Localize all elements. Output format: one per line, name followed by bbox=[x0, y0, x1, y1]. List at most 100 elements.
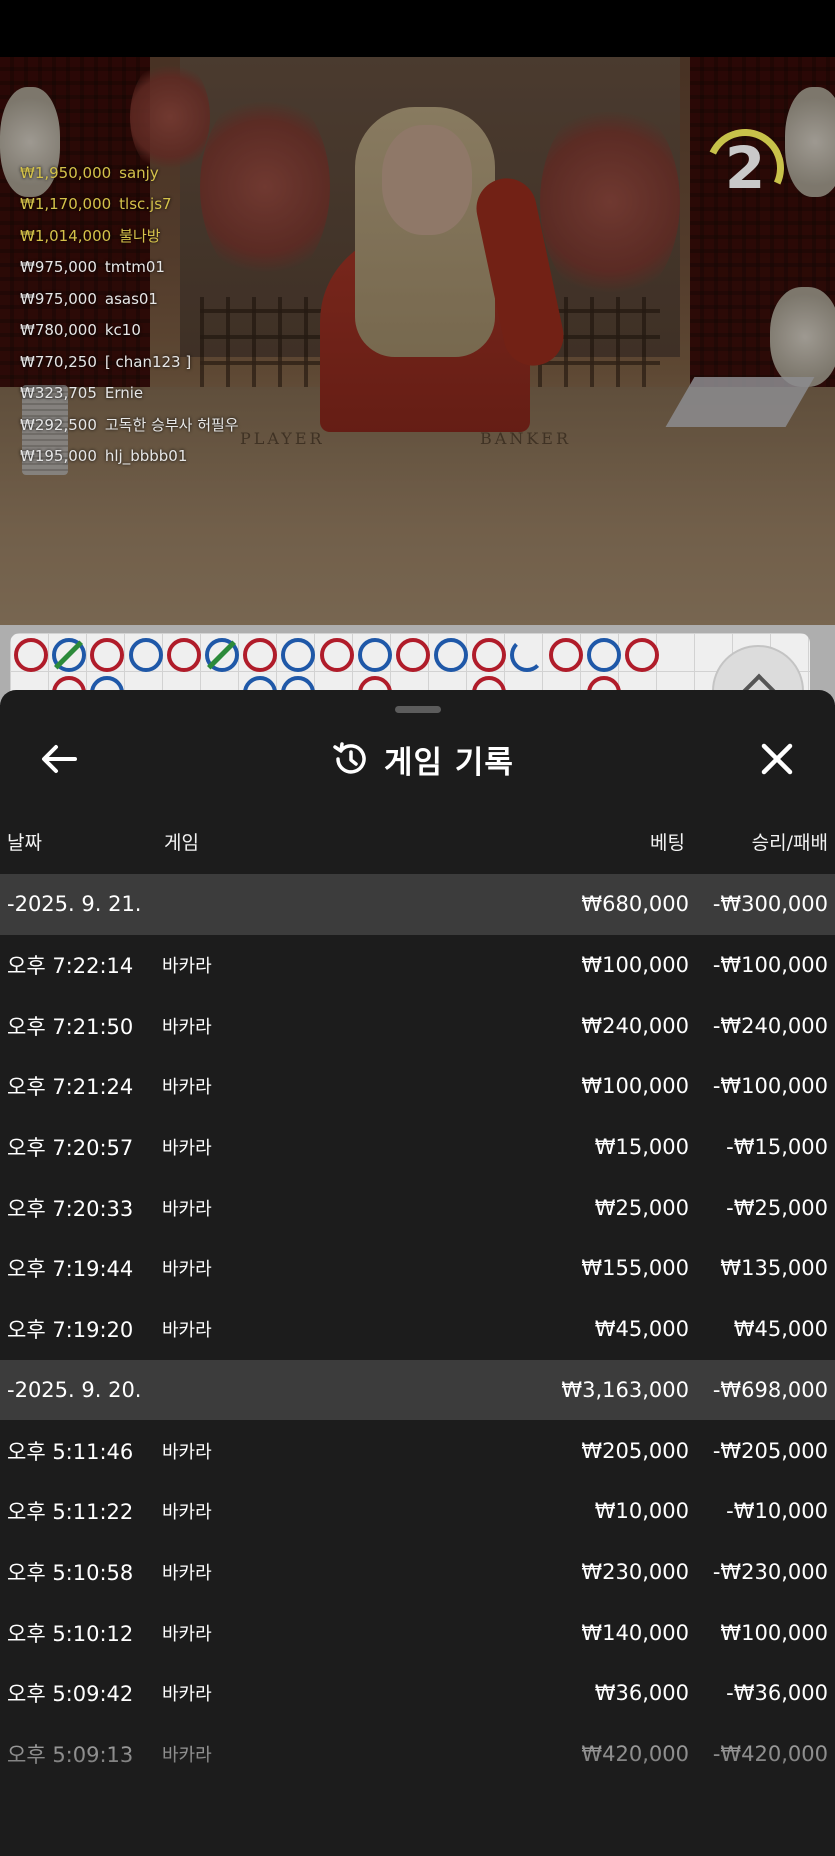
player-bead bbox=[52, 638, 87, 672]
row-result: -₩25,000 bbox=[726, 1195, 828, 1220]
winner-name: asas01 bbox=[104, 289, 158, 308]
history-row[interactable]: 오후 7:19:20 바카라 ₩45,000 ₩45,000 bbox=[0, 1299, 835, 1360]
row-game: 바카라 bbox=[162, 1198, 212, 1220]
winner-item: ₩770,250 [ chan123 ] bbox=[20, 346, 239, 378]
banker-bead bbox=[243, 638, 278, 672]
row-bet: ₩205,000 bbox=[581, 1438, 689, 1463]
row-date: 오후 5:11:46 bbox=[7, 1439, 134, 1464]
winner-name: 고독한 승부사 허필우 bbox=[104, 416, 239, 435]
history-row[interactable]: 오후 5:10:58 바카라 ₩230,000 -₩230,000 bbox=[0, 1542, 835, 1603]
row-bet: ₩25,000 bbox=[594, 1195, 689, 1220]
row-game: 바카라 bbox=[162, 1016, 212, 1038]
history-row[interactable]: 오후 5:11:22 바카라 ₩10,000 -₩10,000 bbox=[0, 1481, 835, 1542]
winner-item: ₩292,500 고독한 승부사 허필우 bbox=[20, 409, 239, 441]
winner-amount: ₩1,950,000 bbox=[20, 163, 112, 182]
close-button[interactable] bbox=[752, 734, 802, 784]
row-result: -₩10,000 bbox=[726, 1499, 828, 1524]
banker-bead bbox=[625, 638, 659, 672]
row-bet: ₩3,163,000 bbox=[561, 1377, 689, 1402]
col-bet: 베팅 bbox=[650, 832, 685, 854]
history-row[interactable]: 오후 7:22:14 바카라 ₩100,000 -₩100,000 bbox=[0, 935, 835, 996]
row-date: 오후 7:19:44 bbox=[7, 1257, 134, 1282]
winner-item: ₩780,000 kc10 bbox=[20, 315, 239, 347]
row-game: 바카라 bbox=[162, 1077, 212, 1099]
col-game: 게임 bbox=[164, 832, 199, 854]
col-date: 날짜 bbox=[7, 832, 42, 854]
row-bet: ₩680,000 bbox=[581, 892, 689, 917]
row-date: 오후 7:21:24 bbox=[7, 1075, 134, 1100]
row-bet: ₩10,000 bbox=[594, 1499, 689, 1524]
winner-name: [ chan123 ] bbox=[104, 352, 192, 371]
row-game: 바카라 bbox=[162, 1623, 212, 1645]
player-bead bbox=[281, 638, 316, 672]
player-bead bbox=[204, 638, 239, 672]
winner-amount: ₩1,170,000 bbox=[20, 195, 112, 214]
history-row[interactable]: 오후 5:10:12 바카라 ₩140,000 ₩100,000 bbox=[0, 1602, 835, 1663]
history-row[interactable]: 오후 5:11:46 바카라 ₩205,000 -₩205,000 bbox=[0, 1420, 835, 1481]
row-date: 오후 5:11:22 bbox=[7, 1500, 134, 1525]
row-date: 오후 7:19:20 bbox=[7, 1318, 134, 1343]
player-bead bbox=[586, 638, 621, 672]
row-result: -₩100,000 bbox=[712, 1074, 828, 1099]
row-date: 오후 7:20:33 bbox=[7, 1196, 134, 1221]
winner-amount: ₩780,000 bbox=[20, 321, 97, 340]
row-game: 바카라 bbox=[162, 1138, 212, 1160]
banker-bead bbox=[14, 638, 48, 672]
history-row[interactable]: 오후 7:20:33 바카라 ₩25,000 -₩25,000 bbox=[0, 1177, 835, 1238]
winner-item: ₩1,014,000 불나방 bbox=[20, 220, 239, 252]
winner-amount: ₩292,500 bbox=[20, 415, 97, 434]
row-result: -₩15,000 bbox=[726, 1135, 828, 1160]
history-row[interactable]: 오후 7:21:50 바카라 ₩240,000 -₩240,000 bbox=[0, 995, 835, 1056]
date-group-row[interactable]: -2025. 9. 20. ₩3,163,000 -₩698,000 bbox=[0, 1359, 835, 1421]
row-result: -₩36,000 bbox=[726, 1681, 828, 1706]
row-result: -₩300,000 bbox=[712, 892, 828, 917]
winner-name: Ernie bbox=[104, 384, 144, 403]
row-bet: ₩240,000 bbox=[581, 1013, 689, 1038]
row-game: 바카라 bbox=[162, 1502, 212, 1524]
close-icon bbox=[761, 743, 793, 775]
row-date: -2025. 9. 21. bbox=[7, 892, 142, 917]
row-game: 바카라 bbox=[162, 956, 212, 978]
row-date: 오후 5:10:12 bbox=[7, 1621, 134, 1646]
history-row[interactable]: 오후 5:09:42 바카라 ₩36,000 -₩36,000 bbox=[0, 1663, 835, 1724]
history-row[interactable]: 오후 7:21:24 바카라 ₩100,000 -₩100,000 bbox=[0, 1056, 835, 1117]
winner-item: ₩195,000 hlj_bbbb01 bbox=[20, 441, 239, 473]
timer-value: 2 bbox=[724, 134, 766, 202]
banker-bead bbox=[548, 638, 583, 672]
live-video[interactable]: PLAYER BANKER ₩1,950,000 sanjy ₩1,170,000 t… bbox=[0, 57, 835, 625]
history-list: -2025. 9. 21. ₩680,000 -₩300,000 오후 7:22:14… bbox=[0, 874, 835, 1784]
player-bead bbox=[434, 638, 469, 672]
row-bet: ₩140,000 bbox=[581, 1620, 689, 1645]
arrow-left-icon bbox=[42, 745, 77, 773]
winner-amount: ₩975,000 bbox=[20, 258, 97, 277]
row-result: -₩100,000 bbox=[712, 953, 828, 978]
history-icon bbox=[333, 742, 366, 774]
sheet-header: 게임 기록 bbox=[0, 720, 835, 800]
banker-bead bbox=[319, 638, 354, 672]
countdown-timer: 2 bbox=[695, 118, 795, 218]
history-row[interactable]: 오후 7:19:44 바카라 ₩155,000 ₩135,000 bbox=[0, 1238, 835, 1299]
winner-name: sanjy bbox=[119, 163, 159, 182]
sheet-title-group: 게임 기록 bbox=[330, 734, 514, 784]
row-date: 오후 5:10:58 bbox=[7, 1560, 134, 1585]
winner-amount: ₩770,250 bbox=[20, 352, 97, 371]
winner-name: tlsc.js7 bbox=[119, 195, 172, 214]
row-bet: ₩100,000 bbox=[581, 1074, 689, 1099]
scroll-fade bbox=[0, 1746, 835, 1856]
date-group-row[interactable]: -2025. 9. 21. ₩680,000 -₩300,000 bbox=[0, 874, 835, 935]
row-date: 오후 7:21:50 bbox=[7, 1014, 134, 1039]
winner-item: ₩323,705 Ernie bbox=[20, 378, 239, 410]
row-result: ₩45,000 bbox=[733, 1317, 828, 1342]
row-game: 바카라 bbox=[162, 1320, 212, 1342]
row-result: -₩698,000 bbox=[712, 1377, 828, 1402]
row-result: ₩100,000 bbox=[720, 1620, 828, 1645]
history-row[interactable]: 오후 7:20:57 바카라 ₩15,000 -₩15,000 bbox=[0, 1117, 835, 1178]
row-game: 바카라 bbox=[162, 1562, 212, 1584]
winner-name: tmtm01 bbox=[104, 258, 165, 277]
row-bet: ₩155,000 bbox=[581, 1256, 689, 1281]
winner-item: ₩975,000 tmtm01 bbox=[20, 252, 239, 284]
drag-handle[interactable] bbox=[395, 706, 441, 713]
player-bead bbox=[128, 638, 163, 672]
row-bet: ₩15,000 bbox=[594, 1135, 689, 1160]
back-button[interactable] bbox=[34, 734, 84, 784]
